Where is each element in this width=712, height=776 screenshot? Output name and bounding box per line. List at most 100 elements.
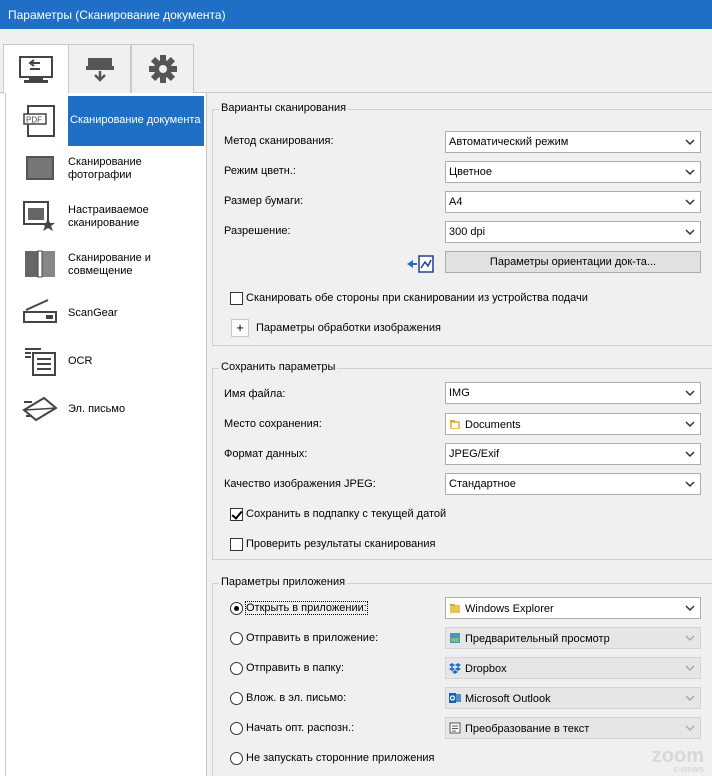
send-to-app-label: Отправить в приложение: — [246, 632, 379, 644]
sidebar-item-label: Сканирование документа — [68, 96, 204, 146]
no-app-radio[interactable] — [230, 752, 243, 765]
image-processing-expand-button[interactable]: + — [231, 319, 249, 337]
resolution-label: Разрешение: — [224, 225, 291, 237]
open-in-app-label: Открыть в приложении: — [245, 601, 368, 615]
sidebar-item-label: OCR — [68, 354, 93, 367]
chevron-down-icon — [685, 229, 695, 236]
sidebar-item-label: ScanGear — [68, 306, 118, 319]
chevron-down-icon — [685, 725, 695, 732]
scan-from-panel-icon — [85, 58, 114, 82]
open-in-app-select[interactable]: Windows Explorer — [445, 597, 701, 619]
chevron-down-icon — [685, 665, 695, 672]
data-format-label: Формат данных: — [224, 448, 308, 460]
attach-email-select[interactable]: Microsoft Outlook — [445, 687, 701, 709]
file-name-label: Имя файла: — [224, 388, 286, 400]
outlook-icon — [449, 693, 461, 703]
tab-scan-from-panel[interactable] — [68, 44, 131, 93]
paper-size-select[interactable]: A4 — [445, 191, 701, 213]
preview-app-icon — [450, 633, 460, 643]
gear-icon — [148, 55, 177, 83]
settings-panel: Варианты сканирования Метод сканирования… — [207, 93, 712, 776]
orientation-settings-button[interactable]: Параметры ориентации док-та... — [445, 251, 701, 273]
send-to-app-value: Предварительный просмотр — [465, 633, 610, 645]
send-to-folder-select[interactable]: Dropbox — [445, 657, 701, 679]
start-ocr-radio[interactable] — [230, 722, 243, 735]
start-ocr-label: Начать опт. распозн.: — [246, 722, 355, 734]
send-to-app-radio[interactable] — [230, 632, 243, 645]
subfolder-label: Сохранить в подпапку с текущей датой — [246, 508, 447, 520]
chevron-down-icon — [685, 635, 695, 642]
text-convert-icon — [449, 722, 461, 734]
watermark: zoom c-news — [652, 745, 704, 774]
documents-folder-icon — [450, 420, 460, 429]
send-to-folder-value: Dropbox — [465, 663, 507, 675]
custom-scan-icon — [20, 197, 60, 237]
file-name-combo[interactable]: IMG — [445, 382, 701, 404]
tab-scan-from-computer[interactable] — [3, 44, 69, 94]
scan-method-select[interactable]: Автоматический режим — [445, 131, 701, 153]
sidebar-item-custom-scan[interactable]: Настраиваемое сканирование — [6, 194, 206, 240]
attach-email-value: Microsoft Outlook — [465, 693, 551, 705]
resolution-select[interactable]: 300 dpi — [445, 221, 701, 243]
sidebar-item-email[interactable]: Эл. письмо — [6, 386, 206, 432]
data-format-select[interactable]: JPEG/Exif — [445, 443, 701, 465]
start-ocr-value: Преобразование в текст — [465, 723, 590, 735]
jpeg-quality-label: Качество изображения JPEG: — [224, 478, 376, 490]
send-to-folder-radio[interactable] — [230, 662, 243, 675]
email-icon — [20, 389, 60, 429]
jpeg-quality-select[interactable]: Стандартное — [445, 473, 701, 495]
open-in-app-radio[interactable] — [230, 602, 243, 615]
paper-size-value: A4 — [449, 196, 463, 208]
save-location-value: Documents — [465, 419, 521, 431]
resolution-value: 300 dpi — [449, 226, 486, 238]
scan-options-title: Варианты сканирования — [219, 102, 349, 114]
top-tab-strip — [0, 29, 712, 94]
chevron-down-icon — [685, 605, 695, 612]
no-app-label: Не запускать сторонние приложения — [246, 752, 435, 764]
windows-explorer-icon — [450, 604, 460, 613]
sidebar-item-label: Сканирование и совмещение — [68, 252, 151, 277]
send-to-app-select[interactable]: Предварительный просмотр — [445, 627, 701, 649]
app-options-title: Параметры приложения — [219, 576, 348, 588]
stitch-icon — [20, 245, 60, 285]
chevron-down-icon — [685, 451, 695, 458]
window-title-bar: Параметры (Сканирование документа) — [0, 0, 712, 29]
jpeg-quality-value: Стандартное — [449, 478, 516, 490]
chevron-down-icon — [685, 695, 695, 702]
sidebar-item-label: Эл. письмо — [68, 402, 126, 415]
save-location-label: Место сохранения: — [224, 418, 322, 430]
scanner-icon — [20, 293, 60, 333]
open-in-app-label-text: Открыть в приложении: — [245, 601, 368, 615]
ocr-icon — [20, 341, 60, 381]
chevron-down-icon — [685, 199, 695, 206]
sidebar-item-scangear[interactable]: ScanGear — [6, 290, 206, 336]
pdf-document-icon: PDF — [20, 101, 60, 141]
sidebar-item-label: Сканирование фотографии — [68, 156, 142, 181]
check-results-checkbox[interactable] — [230, 538, 243, 551]
tab-settings[interactable] — [131, 44, 194, 93]
sidebar-item-document-scan[interactable]: PDF Сканирование документа — [6, 96, 206, 146]
chevron-down-icon — [685, 169, 695, 176]
color-mode-value: Цветное — [449, 166, 492, 178]
sidebar-item-stitch-scan[interactable]: Сканирование и совмещение — [6, 242, 206, 288]
sidebar-item-label: Настраиваемое сканирование — [68, 204, 149, 229]
duplex-checkbox[interactable] — [230, 292, 243, 305]
sidebar-item-ocr[interactable]: OCR — [6, 338, 206, 384]
attach-email-radio[interactable] — [230, 692, 243, 705]
data-format-value: JPEG/Exif — [449, 448, 500, 460]
orientation-icon — [407, 255, 434, 273]
scan-from-computer-icon — [19, 55, 53, 83]
check-results-label: Проверить результаты сканирования — [246, 538, 436, 550]
color-mode-select[interactable]: Цветное — [445, 161, 701, 183]
start-ocr-select[interactable]: Преобразование в текст — [445, 717, 701, 739]
duplex-label: Сканировать обе стороны при сканировании… — [246, 292, 588, 304]
chevron-down-icon — [685, 139, 695, 146]
chevron-down-icon — [685, 421, 695, 428]
subfolder-checkbox[interactable] — [230, 508, 243, 521]
chevron-down-icon — [685, 481, 695, 488]
scan-method-value: Автоматический режим — [449, 136, 569, 148]
save-options-title: Сохранить параметры — [219, 361, 338, 373]
save-location-select[interactable]: Documents — [445, 413, 701, 435]
sidebar-item-photo-scan[interactable]: Сканирование фотографии — [6, 146, 206, 192]
paper-size-label: Размер бумаги: — [224, 195, 304, 207]
